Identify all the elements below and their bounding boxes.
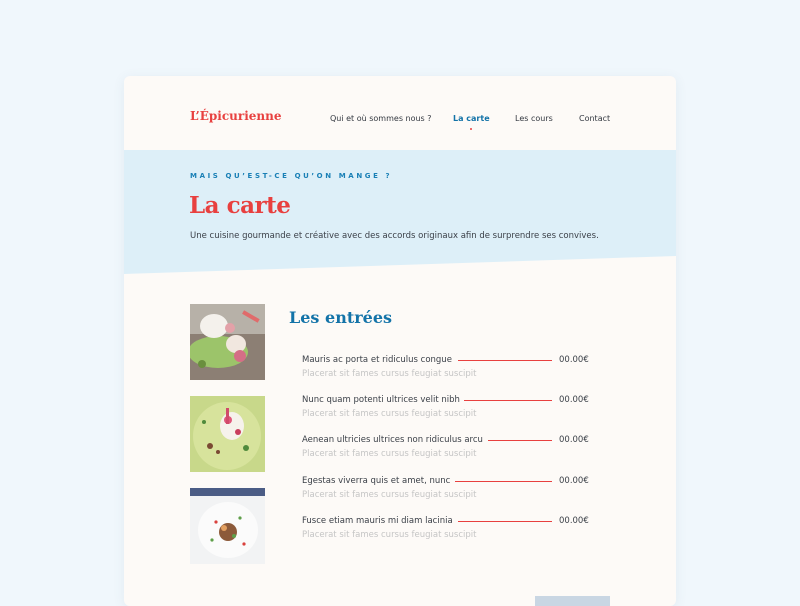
hero-subtitle: Une cuisine gourmande et créative avec d…	[190, 231, 599, 241]
brand-logo[interactable]: L’Épicurienne	[190, 109, 281, 123]
menu-item: Egestas viverra quis et amet, nunc 00.00…	[302, 476, 592, 510]
menu-item-name: Nunc quam potenti ultrices velit nibh	[302, 395, 464, 405]
menu-item: Nunc quam potenti ultrices velit nibh 00…	[302, 395, 592, 429]
menu-item-description: Placerat sit fames cursus feugiat suscip…	[302, 369, 477, 379]
menu-item-name: Egestas viverra quis et amet, nunc	[302, 476, 455, 486]
dish-photo-2	[190, 396, 265, 472]
dish-photo-4	[535, 596, 610, 606]
menu-item-description: Placerat sit fames cursus feugiat suscip…	[302, 490, 477, 500]
menu-item-description: Placerat sit fames cursus feugiat suscip…	[302, 530, 477, 540]
menu-item-name: Fusce etiam mauris mi diam lacinia	[302, 516, 457, 526]
menu-item-description: Placerat sit fames cursus feugiat suscip…	[302, 449, 477, 459]
menu-item-price: 00.00€	[559, 395, 589, 405]
nav-item-contact[interactable]: Contact	[579, 114, 610, 123]
nav-item-courses[interactable]: Les cours	[515, 114, 553, 123]
price-leader-line	[458, 360, 552, 361]
menu-item-name: Aenean ultricies ultrices non ridiculus …	[302, 435, 487, 445]
menu-item-price: 00.00€	[559, 476, 589, 486]
menu-item: Aenean ultricies ultrices non ridiculus …	[302, 435, 592, 469]
page-card: L’Épicurienne Qui et où sommes nous ? La…	[124, 76, 676, 606]
dish-photo-3	[190, 488, 265, 564]
menu-item: Mauris ac porta et ridiculus congue 00.0…	[302, 355, 592, 389]
menu-item-price: 00.00€	[559, 516, 589, 526]
menu-item-name: Mauris ac porta et ridiculus congue	[302, 355, 456, 365]
menu-item-price: 00.00€	[559, 435, 589, 445]
menu-item-price: 00.00€	[559, 355, 589, 365]
price-leader-line	[488, 440, 552, 441]
hero-eyebrow: MAIS QU’EST-CE QU’ON MANGE ?	[190, 172, 393, 180]
price-leader-line	[458, 521, 552, 522]
section-title-starters: Les entrées	[289, 308, 393, 327]
page-title: La carte	[189, 192, 291, 219]
menu-item: Fusce etiam mauris mi diam lacinia 00.00…	[302, 516, 592, 550]
price-leader-line	[455, 481, 552, 482]
nav-item-about[interactable]: Qui et où sommes nous ?	[330, 114, 432, 123]
active-indicator-dot	[470, 128, 472, 130]
nav-item-menu[interactable]: La carte	[453, 114, 490, 123]
top-navigation: L’Épicurienne Qui et où sommes nous ? La…	[124, 76, 676, 150]
price-leader-line	[464, 400, 552, 401]
dish-photo-1	[190, 304, 265, 380]
menu-item-description: Placerat sit fames cursus feugiat suscip…	[302, 409, 477, 419]
